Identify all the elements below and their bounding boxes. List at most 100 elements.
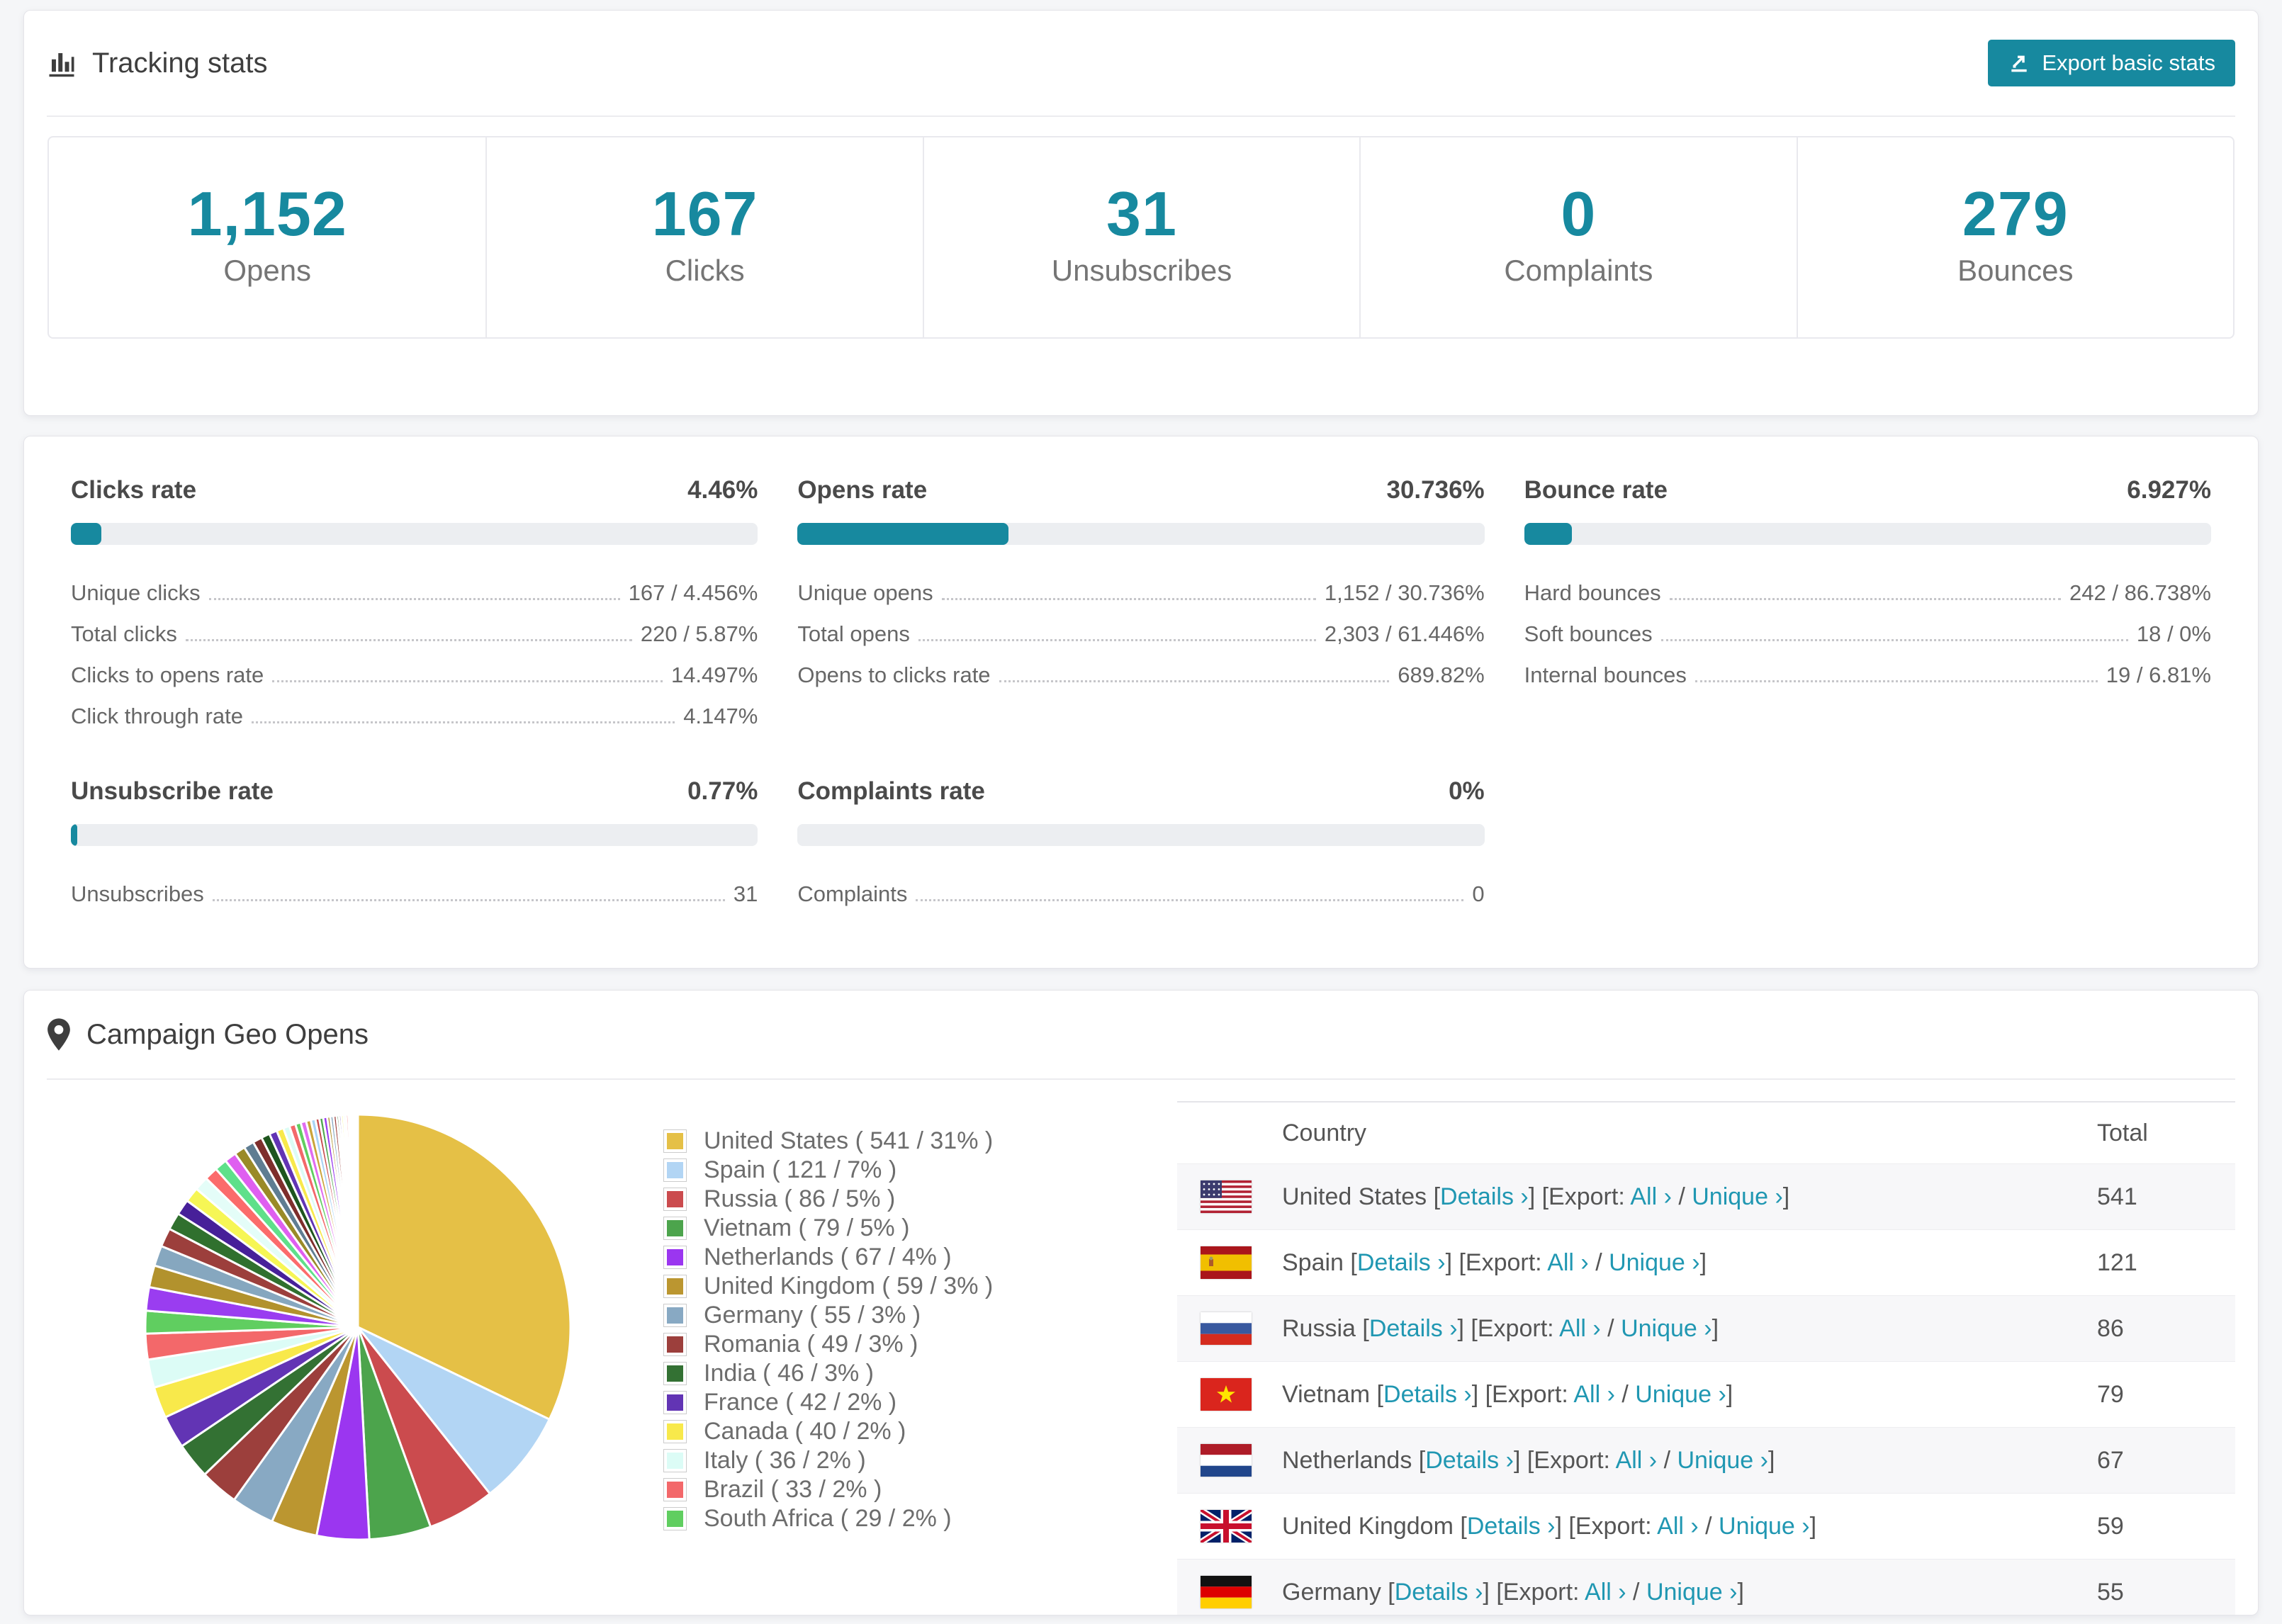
details-link[interactable]: Details › <box>1357 1249 1446 1276</box>
legend-item: France ( 42 / 2% ) <box>663 1388 993 1417</box>
export-all-link[interactable]: All › <box>1573 1381 1615 1408</box>
rate-progress-bar <box>71 824 758 847</box>
legend-label: France ( 42 / 2% ) <box>704 1389 897 1416</box>
rate-detail-value: 242 / 86.738% <box>2069 580 2211 606</box>
rate-progress-fill <box>797 523 1009 546</box>
export-unique-link[interactable]: Unique › <box>1677 1447 1768 1474</box>
rate-detail-value: 19 / 6.81% <box>2106 662 2211 688</box>
export-unique-link[interactable]: Unique › <box>1609 1249 1700 1276</box>
country-cell-text: Netherlands [Details ›] [Export: All › /… <box>1282 1446 1775 1474</box>
export-unique-link[interactable]: Unique › <box>1719 1513 1810 1540</box>
legend-label: Spain ( 121 / 7% ) <box>704 1156 897 1184</box>
rate-detail-row: Hard bounces 242 / 86.738% <box>1524 566 2211 607</box>
stat-value: 279 <box>1962 179 2069 249</box>
dotted-leader <box>999 680 1390 683</box>
rates-row-2: Unsubscribe rate 0.77% Unsubscribes 31 Compl… <box>47 777 2235 908</box>
rate-detail-row: Total clicks 220 / 5.87% <box>71 607 758 648</box>
rate-detail-row: Total opens 2,303 / 61.446% <box>797 607 1484 648</box>
geo-table-row-de: Germany [Details ›] [Export: All › / Uni… <box>1177 1559 2235 1615</box>
rate-title: Clicks rate <box>71 476 197 504</box>
export-all-link[interactable]: All › <box>1616 1447 1658 1474</box>
legend-label: South Africa ( 29 / 2% ) <box>704 1505 952 1533</box>
stat-label: Complaints <box>1504 254 1653 288</box>
stat-box-clicks: 167 Clicks <box>485 137 922 338</box>
rate-detail-label: Click through rate <box>71 704 243 729</box>
rate-detail-value: 14.497% <box>670 662 758 688</box>
country-cell-text: Germany [Details ›] [Export: All › / Uni… <box>1282 1578 1744 1606</box>
rate-detail-row: Click through rate 4.147% <box>71 689 758 731</box>
details-link[interactable]: Details › <box>1425 1447 1514 1474</box>
export-all-link[interactable]: All › <box>1559 1315 1601 1342</box>
legend-label: Vietnam ( 79 / 5% ) <box>704 1214 910 1242</box>
rate-detail-value: 689.82% <box>1398 662 1485 688</box>
dotted-leader <box>916 899 1464 902</box>
country-cell-text: United Kingdom [Details ›] [Export: All … <box>1282 1512 1817 1540</box>
stat-box-unsubscribes: 31 Unsubscribes <box>922 137 1359 338</box>
export-unique-link[interactable]: Unique › <box>1621 1315 1712 1342</box>
geo-country-table: Country Total United States [Details ›] [E… <box>1177 1101 2235 1615</box>
total-cell: 86 <box>2097 1314 2124 1342</box>
rate-detail-label: Soft bounces <box>1524 621 1653 647</box>
legend-swatch <box>663 1188 687 1212</box>
total-cell: 55 <box>2097 1578 2124 1606</box>
rate-value: 6.927% <box>2127 476 2211 504</box>
legend-swatch <box>663 1129 687 1154</box>
total-column-header: Total <box>2097 1119 2148 1146</box>
geo-header: Campaign Geo Opens <box>47 991 2235 1081</box>
rate-detail-label: Internal bounces <box>1524 662 1687 688</box>
legend-swatch <box>663 1217 687 1241</box>
legend-item: India ( 46 / 3% ) <box>663 1359 993 1388</box>
dotted-leader <box>918 639 1316 642</box>
rate-detail-label: Unique clicks <box>71 580 201 606</box>
details-link[interactable]: Details › <box>1467 1513 1556 1540</box>
geo-table-row-ru: Russia [Details ›] [Export: All › / Uniq… <box>1177 1295 2235 1362</box>
export-basic-stats-button[interactable]: Export basic stats <box>1988 40 2235 86</box>
stat-label: Opens <box>223 254 312 288</box>
export-all-link[interactable]: All › <box>1657 1513 1699 1540</box>
export-all-link[interactable]: All › <box>1547 1249 1589 1276</box>
details-link[interactable]: Details › <box>1369 1315 1458 1342</box>
details-link[interactable]: Details › <box>1395 1579 1483 1606</box>
dotted-leader <box>212 899 725 902</box>
legend-swatch <box>663 1478 687 1502</box>
rate-section-complaints: Complaints rate 0% Complaints 0 <box>797 777 1485 908</box>
geo-title-text: Campaign Geo Opens <box>86 1018 369 1050</box>
total-cell: 67 <box>2097 1446 2124 1474</box>
ru-flag-icon <box>1201 1312 1252 1346</box>
details-link[interactable]: Details › <box>1440 1183 1529 1210</box>
export-unique-link[interactable]: Unique › <box>1692 1183 1783 1210</box>
rate-detail-row: Unique opens 1,152 / 30.736% <box>797 566 1484 607</box>
rate-detail-value: 167 / 4.456% <box>628 580 758 606</box>
rate-detail-label: Total opens <box>797 621 910 647</box>
rate-progress-bar <box>797 523 1485 546</box>
rate-value: 0.77% <box>687 777 758 806</box>
rate-detail-row: Complaints 0 <box>797 867 1484 908</box>
total-cell: 541 <box>2097 1183 2137 1210</box>
map-marker-icon <box>47 1018 70 1051</box>
legend-label: Italy ( 36 / 2% ) <box>704 1447 866 1474</box>
dotted-leader <box>941 598 1316 601</box>
tracking-stats-card: Tracking stats Export basic stats 1,152 O… <box>23 10 2259 417</box>
export-unique-link[interactable]: Unique › <box>1635 1381 1726 1408</box>
legend-item: Spain ( 121 / 7% ) <box>663 1156 993 1185</box>
es-flag-icon <box>1201 1246 1252 1280</box>
rate-detail-label: Hard bounces <box>1524 580 1661 606</box>
stat-box-complaints: 0 Complaints <box>1359 137 1796 338</box>
rate-title: Unsubscribe rate <box>71 777 274 806</box>
pie-legend: United States ( 541 / 31% ) Spain ( 121 /… <box>663 1127 993 1533</box>
export-all-link[interactable]: All › <box>1585 1579 1626 1606</box>
campaign-geo-opens-card: Campaign Geo Opens United States ( 541 /… <box>23 990 2259 1616</box>
rate-detail-row: Opens to clicks rate 689.82% <box>797 648 1484 689</box>
geo-table-row-us: United States [Details ›] [Export: All ›… <box>1177 1163 2235 1230</box>
details-link[interactable]: Details › <box>1383 1381 1472 1408</box>
country-cell-text: Spain [Details ›] [Export: All › / Uniqu… <box>1282 1248 1707 1276</box>
legend-swatch <box>663 1158 687 1183</box>
rate-section-bounce: Bounce rate 6.927% Hard bounces 242 / 86.73… <box>1524 476 2211 731</box>
tracking-stats-header: Tracking stats Export basic stats <box>47 11 2235 117</box>
legend-item: United Kingdom ( 59 / 3% ) <box>663 1272 993 1301</box>
total-cell: 121 <box>2097 1248 2137 1276</box>
rate-value: 30.736% <box>1386 476 1485 504</box>
export-all-link[interactable]: All › <box>1630 1183 1672 1210</box>
legend-swatch <box>663 1304 687 1328</box>
export-unique-link[interactable]: Unique › <box>1646 1579 1738 1606</box>
